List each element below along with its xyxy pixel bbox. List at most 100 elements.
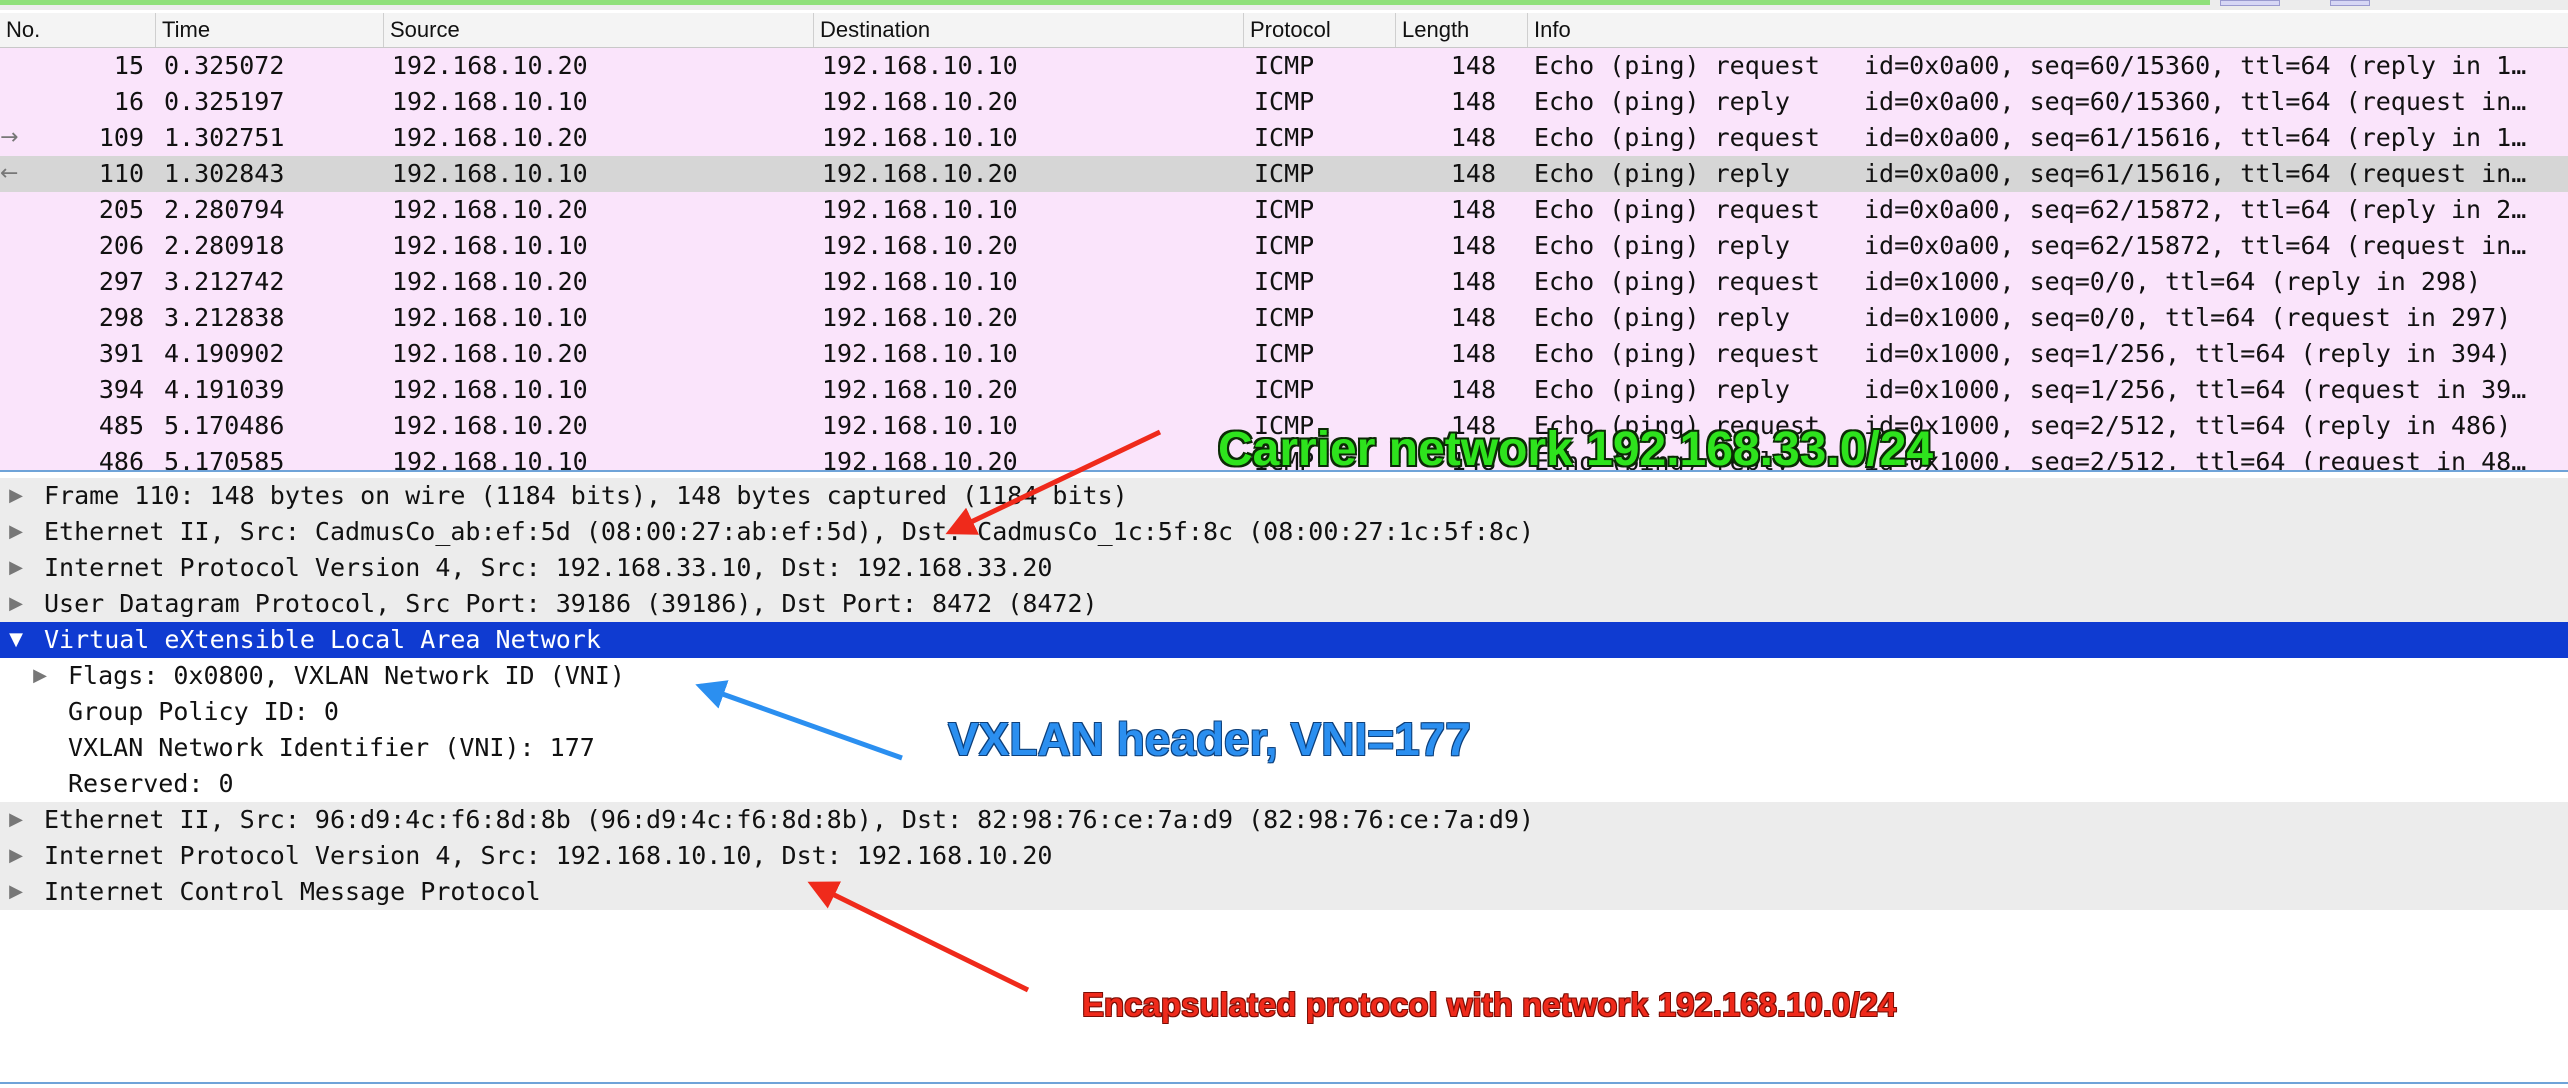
packet-time: 1.302751: [164, 123, 285, 152]
packet-no: 485: [98, 411, 144, 440]
expand-triangle-icon[interactable]: ▶: [4, 514, 28, 550]
annotation-encapsulated-protocol: Encapsulated protocol with network 192.1…: [1082, 986, 1897, 1023]
packet-detail: id=0x1000, seq=0/0, ttl=64 (request in 2…: [1864, 303, 2512, 332]
detail-tree-label: VXLAN Network Identifier (VNI): 177: [68, 733, 595, 762]
detail-tree-label: Virtual eXtensible Local Area Network: [44, 625, 601, 654]
packet-destination: 192.168.10.20: [822, 87, 1018, 116]
annotation-carrier-network: Carrier network 192.168.33.0/24: [1218, 423, 1934, 476]
annotation-vxlan-header: VXLAN header, VNI=177: [948, 713, 1471, 765]
packet-no: 110: [98, 159, 144, 188]
packet-source: 192.168.10.10: [392, 375, 588, 404]
packet-source: 192.168.10.20: [392, 339, 588, 368]
packet-detail: id=0x1000, seq=2/512, ttl=64 (reply in 4…: [1864, 411, 2512, 440]
expand-triangle-icon[interactable]: ▶: [4, 478, 28, 514]
detail-tree-row[interactable]: ▶ Frame 110: 148 bytes on wire (1184 bits…: [0, 478, 2568, 514]
expand-triangle-icon[interactable]: ▶: [4, 802, 28, 838]
packet-protocol: ICMP: [1254, 375, 1315, 404]
packet-no: 15: [113, 51, 144, 80]
packet-row[interactable]: → 109 1.302751 192.168.10.20 192.168.10.10 IC…: [0, 120, 2568, 156]
packet-time: 5.170585: [164, 447, 285, 470]
packet-time: 3.212838: [164, 303, 285, 332]
packet-row[interactable]: 15 0.325072 192.168.10.20 192.168.10.10 ICMP…: [0, 48, 2568, 84]
packet-time: 3.212742: [164, 267, 285, 296]
detail-tree-row[interactable]: ▶ User Datagram Protocol, Src Port: 39186…: [0, 586, 2568, 622]
packet-destination: 192.168.10.20: [822, 159, 1018, 188]
packet-destination: 192.168.10.10: [822, 51, 1018, 80]
expand-triangle-icon[interactable]: ▶: [4, 874, 28, 910]
detail-tree-label: Ethernet II, Src: CadmusCo_ab:ef:5d (08:…: [44, 517, 1535, 546]
detail-tree-label: Group Policy ID: 0: [68, 697, 339, 726]
detail-tree-row[interactable]: ▼ Virtual eXtensible Local Area Network: [0, 622, 2568, 658]
packet-detail: id=0x1000, seq=1/256, ttl=64 (reply in 3…: [1864, 339, 2512, 368]
column-header-time[interactable]: Time: [156, 13, 384, 47]
packet-detail: id=0x0a00, seq=61/15616, ttl=64 (reply i…: [1864, 123, 2527, 152]
detail-tree-row[interactable]: ▶ Flags: 0x0800, VXLAN Network ID (VNI): [0, 658, 2568, 694]
packet-row[interactable]: 391 4.190902 192.168.10.20 192.168.10.10 ICM…: [0, 336, 2568, 372]
detail-tree-row[interactable]: ▶ Internet Protocol Version 4, Src: 192.1…: [0, 550, 2568, 586]
expand-triangle-icon[interactable]: ▶: [28, 658, 52, 694]
column-header-length[interactable]: Length: [1396, 13, 1528, 47]
display-filter-bar[interactable]: [0, 0, 2210, 5]
packet-length: 148: [1450, 159, 1496, 188]
packet-time: 0.325197: [164, 87, 285, 116]
packet-no: 109: [98, 123, 144, 152]
packet-length: 148: [1450, 267, 1496, 296]
packet-destination: 192.168.10.20: [822, 303, 1018, 332]
detail-tree-row[interactable]: ▶ Ethernet II, Src: CadmusCo_ab:ef:5d (08…: [0, 514, 2568, 550]
packet-row[interactable]: 297 3.212742 192.168.10.20 192.168.10.10 ICM…: [0, 264, 2568, 300]
detail-tree-row[interactable]: ▶ Ethernet II, Src: 96:d9:4c:f6:8d:8b (96…: [0, 802, 2568, 838]
packet-type: Echo (ping) request: [1534, 267, 1820, 296]
column-header-destination[interactable]: Destination: [814, 13, 1244, 47]
packet-list[interactable]: 15 0.325072 192.168.10.20 192.168.10.10 ICMP…: [0, 48, 2568, 470]
packet-length: 148: [1450, 231, 1496, 260]
packet-row[interactable]: 206 2.280918 192.168.10.10 192.168.10.20 ICM…: [0, 228, 2568, 264]
packet-detail: id=0x0a00, seq=61/15616, ttl=64 (request…: [1864, 159, 2527, 188]
packet-no: 16: [113, 87, 144, 116]
packet-protocol: ICMP: [1254, 231, 1315, 260]
packet-no: 298: [98, 303, 144, 332]
packet-time: 5.170486: [164, 411, 285, 440]
packet-detail: id=0x0a00, seq=60/15360, ttl=64 (request…: [1864, 87, 2527, 116]
packet-type: Echo (ping) reply: [1534, 87, 1790, 116]
packet-type: Echo (ping) request: [1534, 195, 1820, 224]
collapse-triangle-icon[interactable]: ▼: [4, 622, 28, 658]
packet-protocol: ICMP: [1254, 123, 1315, 152]
column-header-protocol[interactable]: Protocol: [1244, 13, 1396, 47]
column-header-no[interactable]: No.: [0, 13, 156, 47]
column-header-info[interactable]: Info: [1528, 13, 2568, 47]
packet-type: Echo (ping) request: [1534, 51, 1820, 80]
packet-row[interactable]: ← 110 1.302843 192.168.10.10 192.168.10.20 IC…: [0, 156, 2568, 192]
toolbar-control[interactable]: [2220, 0, 2280, 6]
packet-protocol: ICMP: [1254, 159, 1315, 188]
packet-no: 394: [98, 375, 144, 404]
packet-protocol: ICMP: [1254, 303, 1315, 332]
toolbar-control-2[interactable]: [2330, 0, 2370, 6]
packet-destination: 192.168.10.10: [822, 267, 1018, 296]
detail-tree-row[interactable]: ▶ Internet Protocol Version 4, Src: 192.1…: [0, 838, 2568, 874]
column-header-source[interactable]: Source: [384, 13, 814, 47]
expand-triangle-icon[interactable]: ▶: [4, 550, 28, 586]
packet-row[interactable]: 205 2.280794 192.168.10.20 192.168.10.10 ICM…: [0, 192, 2568, 228]
packet-destination: 192.168.10.20: [822, 231, 1018, 260]
packet-length: 148: [1450, 303, 1496, 332]
packet-length: 148: [1450, 51, 1496, 80]
detail-tree-row[interactable]: ▶ Internet Control Message Protocol: [0, 874, 2568, 910]
pane-divider-bottom[interactable]: [0, 1082, 2568, 1084]
detail-tree-row[interactable]: Reserved: 0: [0, 766, 2568, 802]
packet-no: 297: [98, 267, 144, 296]
packet-detail: id=0x1000, seq=1/256, ttl=64 (request in…: [1864, 375, 2527, 404]
packet-row[interactable]: 394 4.191039 192.168.10.10 192.168.10.20 ICM…: [0, 372, 2568, 408]
packet-source: 192.168.10.10: [392, 87, 588, 116]
packet-row[interactable]: 16 0.325197 192.168.10.10 192.168.10.20 ICMP…: [0, 84, 2568, 120]
packet-type: Echo (ping) reply: [1534, 159, 1790, 188]
packet-destination: 192.168.10.10: [822, 411, 1018, 440]
expand-triangle-icon[interactable]: ▶: [4, 586, 28, 622]
packet-detail: id=0x1000, seq=0/0, ttl=64 (reply in 298…: [1864, 267, 2482, 296]
packet-source: 192.168.10.10: [392, 231, 588, 260]
packet-row[interactable]: 298 3.212838 192.168.10.10 192.168.10.20 ICM…: [0, 300, 2568, 336]
expand-triangle-icon[interactable]: ▶: [4, 838, 28, 874]
packet-destination: 192.168.10.20: [822, 447, 1018, 470]
packet-protocol: ICMP: [1254, 195, 1315, 224]
detail-tree-label: Internet Protocol Version 4, Src: 192.16…: [44, 841, 1053, 870]
packet-time: 2.280918: [164, 231, 285, 260]
